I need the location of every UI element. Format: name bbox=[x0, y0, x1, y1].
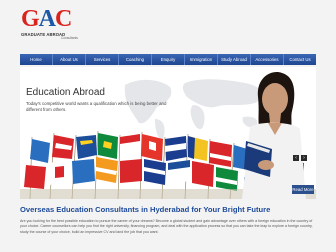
slider-next-button[interactable]: › bbox=[301, 155, 307, 161]
slider-prev-button[interactable]: ‹ bbox=[293, 155, 299, 161]
nav-item-about-us[interactable]: About Us bbox=[53, 54, 86, 65]
page: GAC GRADUATE ABROAD Consultants Home Abo… bbox=[0, 0, 336, 252]
banner-title: Education Abroad bbox=[26, 87, 105, 98]
student-photo bbox=[242, 72, 306, 199]
nav-item-home[interactable]: Home bbox=[20, 54, 53, 65]
logo-name: GRADUATE ABROAD bbox=[21, 32, 66, 37]
nav-item-study-abroad[interactable]: Study Abroad bbox=[218, 54, 251, 65]
chevron-left-icon: ‹ bbox=[295, 155, 297, 161]
nav-item-accessories[interactable]: Accessories bbox=[251, 54, 284, 65]
intro-paragraph: Are you looking for the best possible ed… bbox=[20, 219, 313, 234]
nav-item-immigration[interactable]: Immigration bbox=[185, 54, 218, 65]
read-more-button[interactable]: Read More bbox=[292, 185, 314, 194]
nav-item-contact-us[interactable]: Contact Us bbox=[284, 54, 316, 65]
nav-item-services[interactable]: Services bbox=[86, 54, 119, 65]
chevron-right-icon: › bbox=[303, 155, 305, 161]
logo-suffix: Consultants bbox=[61, 36, 78, 40]
nav-item-enquiry[interactable]: Enquiry bbox=[152, 54, 185, 65]
main-nav: Home About Us Services Coaching Enquiry … bbox=[20, 54, 316, 65]
nav-item-coaching[interactable]: Coaching bbox=[119, 54, 152, 65]
page-heading: Overseas Education Consultants in Hydera… bbox=[20, 205, 271, 214]
logo-letters: GAC bbox=[21, 6, 72, 32]
site-logo[interactable]: GAC GRADUATE ABROAD Consultants bbox=[21, 6, 91, 46]
hero-banner: Education Abroad Today's competitive wor… bbox=[20, 67, 316, 199]
banner-text: Today's competitive world wants a qualif… bbox=[26, 101, 167, 112]
